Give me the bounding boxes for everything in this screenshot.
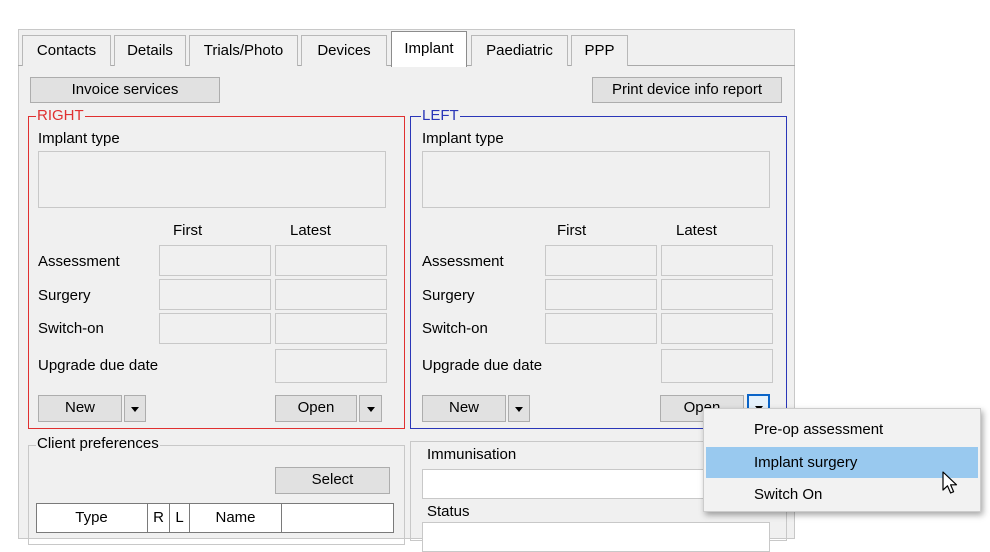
- invoice-services-button[interactable]: Invoice services: [30, 77, 220, 103]
- menu-item-implant-surgery[interactable]: Implant surgery: [706, 447, 978, 478]
- chevron-down-icon: [515, 406, 523, 412]
- client-preferences-title: Client preferences: [36, 435, 160, 452]
- open-dropdown-menu: Pre-op assessment Implant surgery Switch…: [703, 408, 981, 512]
- column-header-name[interactable]: Name: [190, 503, 282, 533]
- chevron-down-icon: [131, 406, 139, 412]
- left-first-header: First: [557, 222, 587, 239]
- left-surgery-first-field[interactable]: [545, 279, 657, 310]
- right-switch-on-latest-field[interactable]: [275, 313, 387, 344]
- right-upgrade-due-date-label: Upgrade due date: [38, 357, 159, 374]
- menu-item-switch-on[interactable]: Switch On: [706, 479, 978, 510]
- tab-trials-photo[interactable]: Trials/Photo: [189, 35, 298, 66]
- right-assessment-latest-field[interactable]: [275, 245, 387, 276]
- right-group-title: RIGHT: [36, 107, 85, 124]
- left-surgery-label: Surgery: [422, 287, 475, 304]
- left-new-button[interactable]: New: [422, 395, 506, 422]
- right-switch-on-first-field[interactable]: [159, 313, 271, 344]
- left-switch-on-first-field[interactable]: [545, 313, 657, 344]
- right-new-dropdown-button[interactable]: [124, 395, 146, 422]
- left-implant-type-label: Implant type: [422, 130, 504, 147]
- right-assessment-first-field[interactable]: [159, 245, 271, 276]
- right-latest-header: Latest: [290, 222, 331, 239]
- right-first-header: First: [173, 222, 203, 239]
- select-button[interactable]: Select: [275, 467, 390, 494]
- status-field[interactable]: [422, 522, 770, 552]
- left-group-title: LEFT: [421, 107, 460, 124]
- right-surgery-first-field[interactable]: [159, 279, 271, 310]
- right-surgery-label: Surgery: [38, 287, 91, 304]
- tab-ppp[interactable]: PPP: [571, 35, 628, 66]
- right-surgery-latest-field[interactable]: [275, 279, 387, 310]
- menu-item-pre-op-assessment[interactable]: Pre-op assessment: [706, 414, 978, 445]
- column-header-r[interactable]: R: [148, 503, 170, 533]
- left-assessment-first-field[interactable]: [545, 245, 657, 276]
- right-upgrade-due-date-field[interactable]: [275, 349, 387, 383]
- tab-implant[interactable]: Implant: [391, 31, 467, 67]
- left-assessment-latest-field[interactable]: [661, 245, 773, 276]
- left-new-dropdown-button[interactable]: [508, 395, 530, 422]
- right-assessment-label: Assessment: [38, 253, 120, 270]
- left-switch-on-label: Switch-on: [422, 320, 488, 337]
- tab-paediatric[interactable]: Paediatric: [471, 35, 568, 66]
- chevron-down-icon: [366, 406, 375, 412]
- left-surgery-latest-field[interactable]: [661, 279, 773, 310]
- right-open-button[interactable]: Open: [275, 395, 357, 422]
- column-header-type[interactable]: Type: [36, 503, 148, 533]
- tab-contacts[interactable]: Contacts: [22, 35, 111, 66]
- right-implant-type-field[interactable]: [38, 151, 386, 208]
- left-upgrade-due-date-label: Upgrade due date: [422, 357, 543, 374]
- right-switch-on-label: Switch-on: [38, 320, 104, 337]
- left-upgrade-due-date-field[interactable]: [661, 349, 773, 383]
- left-switch-on-latest-field[interactable]: [661, 313, 773, 344]
- tab-details[interactable]: Details: [114, 35, 186, 66]
- print-device-info-report-button[interactable]: Print device info report: [592, 77, 782, 103]
- left-assessment-label: Assessment: [422, 253, 504, 270]
- column-header-l[interactable]: L: [170, 503, 190, 533]
- status-label: Status: [427, 503, 470, 520]
- right-implant-type-label: Implant type: [38, 130, 120, 147]
- tab-devices[interactable]: Devices: [301, 35, 387, 66]
- right-open-dropdown-button[interactable]: [359, 395, 382, 422]
- immunisation-label: Immunisation: [427, 446, 517, 463]
- left-implant-type-field[interactable]: [422, 151, 770, 208]
- left-latest-header: Latest: [676, 222, 717, 239]
- mouse-cursor-icon: [942, 471, 958, 494]
- right-new-button[interactable]: New: [38, 395, 122, 422]
